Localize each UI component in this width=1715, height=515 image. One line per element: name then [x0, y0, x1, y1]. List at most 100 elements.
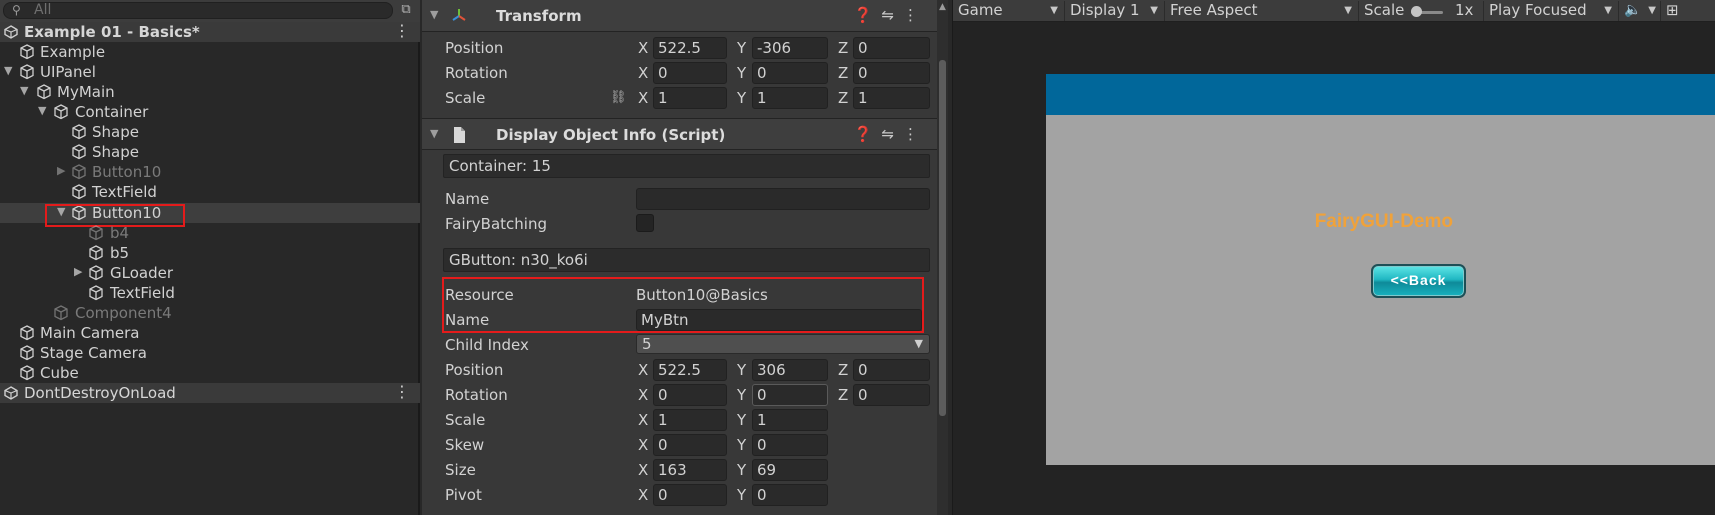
- foldout-arrow-icon[interactable]: ▼: [430, 8, 438, 21]
- axis-y-label: Y: [737, 436, 747, 454]
- gposition-z-field[interactable]: 0: [853, 359, 930, 381]
- chevron-down-icon: ▼: [1050, 5, 1058, 16]
- gameobject-cube-icon: [20, 365, 34, 381]
- kebab-menu-icon[interactable]: ⋮: [903, 125, 927, 143]
- search-input[interactable]: ⚲ All: [3, 2, 393, 19]
- hierarchy-item-cube[interactable]: Cube: [0, 363, 420, 383]
- grotation-x-field[interactable]: 0: [653, 384, 727, 406]
- hierarchy-item-component4-inactive[interactable]: Component4: [0, 303, 420, 323]
- aspect-dropdown[interactable]: Free Aspect ▼: [1165, 1, 1359, 21]
- play-mode-dropdown[interactable]: Play Focused ▼: [1484, 1, 1619, 21]
- scroll-up-arrow-icon[interactable]: ▲: [939, 2, 946, 12]
- gsize-y-field[interactable]: 69: [752, 459, 828, 481]
- hierarchy-item-button10-inactive[interactable]: ▶ Button10: [0, 162, 420, 182]
- grotation-y-field[interactable]: 0: [752, 384, 828, 406]
- inspector-scrollbar[interactable]: ▲: [937, 0, 948, 515]
- hierarchy-item-label: Main Camera: [40, 324, 140, 342]
- help-icon[interactable]: ❓: [854, 125, 882, 143]
- transform-header[interactable]: ▼ Transform ❓⇋⋮: [422, 0, 937, 32]
- axis-z-label: Z: [838, 386, 849, 404]
- scale-z-field[interactable]: 1: [853, 87, 930, 109]
- preset-icon[interactable]: ⇋: [881, 6, 903, 24]
- audio-mute-button[interactable]: 🔈 ▼: [1619, 1, 1661, 21]
- scene-row-example[interactable]: Example 01 - Basics* ⋮: [0, 21, 420, 42]
- axis-x-label: X: [638, 39, 649, 57]
- hierarchy-item-label: b4: [110, 224, 130, 242]
- chevron-down-icon: ▼: [914, 337, 923, 350]
- scrollbar-thumb[interactable]: [939, 60, 946, 416]
- position-y-field[interactable]: -306: [752, 37, 828, 59]
- gposition-y-field[interactable]: 306: [752, 359, 828, 381]
- kebab-menu-icon[interactable]: ⋮: [394, 21, 410, 40]
- search-expand-icon[interactable]: ⧉: [397, 2, 415, 19]
- kebab-menu-icon[interactable]: ⋮: [903, 6, 927, 24]
- hierarchy-item-label: Button10: [92, 163, 162, 181]
- hierarchy-item-shape[interactable]: Shape: [0, 142, 420, 162]
- collapse-arrow-icon[interactable]: ▶: [57, 164, 65, 177]
- child-index-dropdown[interactable]: 5 ▼: [636, 334, 930, 354]
- hierarchy-item-label: b5: [110, 244, 130, 262]
- transform-scale-row: Scale ⛓ X 1 Y 1 Z 1: [422, 86, 937, 110]
- hierarchy-item-b4-inactive[interactable]: b4: [0, 223, 420, 243]
- hierarchy-item-shape[interactable]: Shape: [0, 122, 420, 142]
- property-label: Position: [445, 361, 504, 379]
- highlight-box-inspector: [442, 277, 924, 333]
- grotation-z-field[interactable]: 0: [853, 384, 930, 406]
- expand-arrow-icon[interactable]: ▼: [20, 84, 28, 97]
- scale-x-field[interactable]: 1: [653, 87, 727, 109]
- position-z-field[interactable]: 0: [853, 37, 930, 59]
- preset-icon[interactable]: ⇋: [881, 125, 903, 143]
- kebab-menu-icon[interactable]: ⋮: [394, 382, 410, 401]
- gobject-scale-row: Scale X 1 Y 1: [422, 408, 937, 432]
- help-icon[interactable]: ❓: [854, 6, 882, 24]
- game-viewport[interactable]: FairyGUI-Demo <<Back: [1046, 74, 1715, 465]
- inspector-panel: ▼ Transform ❓⇋⋮ Position X 522.5 Y -306 …: [422, 0, 948, 515]
- gscale-y-field[interactable]: 1: [752, 409, 828, 431]
- gpivot-y-field[interactable]: 0: [752, 484, 828, 506]
- fairybatching-checkbox[interactable]: [636, 214, 654, 232]
- position-x-field[interactable]: 522.5: [653, 37, 727, 59]
- container-info-box: Container: 15: [443, 154, 930, 178]
- rotation-x-field[interactable]: 0: [653, 62, 727, 84]
- scale-slider-knob[interactable]: [1411, 6, 1422, 17]
- demo-title: FairyGUI-Demo: [1314, 211, 1453, 232]
- display-dropdown[interactable]: Display 1 ▼: [1065, 1, 1165, 21]
- scale-y-field[interactable]: 1: [752, 87, 828, 109]
- hierarchy-item-label: Container: [75, 103, 149, 121]
- hierarchy-item-mymain[interactable]: ▼ MyMain: [0, 82, 420, 102]
- hierarchy-item-textfield[interactable]: TextField: [0, 182, 420, 202]
- gskew-x-field[interactable]: 0: [653, 434, 727, 456]
- axis-x-label: X: [638, 461, 649, 479]
- hierarchy-item-uipanel[interactable]: ▼ UIPanel: [0, 62, 420, 82]
- axis-y-label: Y: [737, 386, 747, 404]
- gpivot-x-field[interactable]: 0: [653, 484, 727, 506]
- axis-z-label: Z: [838, 89, 849, 107]
- hierarchy-item-example[interactable]: Example: [0, 42, 420, 62]
- foldout-arrow-icon[interactable]: ▼: [430, 127, 438, 140]
- back-button[interactable]: <<Back: [1371, 264, 1466, 298]
- property-label: Skew: [445, 436, 485, 454]
- gskew-y-field[interactable]: 0: [752, 434, 828, 456]
- property-label: Pivot: [445, 486, 482, 504]
- hierarchy-item-container[interactable]: ▼ Container: [0, 102, 420, 122]
- hierarchy-item-main-camera[interactable]: Main Camera: [0, 323, 420, 343]
- scene-row-dontdestroy[interactable]: DontDestroyOnLoad ⋮: [0, 382, 420, 403]
- hierarchy-item-gloader[interactable]: ▶ GLoader: [0, 263, 420, 283]
- rotation-y-field[interactable]: 0: [752, 62, 828, 84]
- gposition-x-field[interactable]: 522.5: [653, 359, 727, 381]
- rotation-z-field[interactable]: 0: [853, 62, 930, 84]
- gsize-x-field[interactable]: 163: [653, 459, 727, 481]
- axis-x-label: X: [638, 436, 649, 454]
- constrain-proportions-icon[interactable]: ⛓: [610, 90, 627, 105]
- gscale-x-field[interactable]: 1: [653, 409, 727, 431]
- collapse-arrow-icon[interactable]: ▶: [74, 265, 82, 278]
- game-view-dropdown[interactable]: Game ▼: [953, 1, 1065, 21]
- name-field[interactable]: [636, 188, 930, 210]
- hierarchy-item-b5[interactable]: b5: [0, 243, 420, 263]
- display-object-info-header[interactable]: ▼ Display Object Info (Script) ❓⇋⋮: [422, 118, 937, 150]
- expand-arrow-icon[interactable]: ▼: [4, 64, 12, 77]
- hierarchy-item-stage-camera[interactable]: Stage Camera: [0, 343, 420, 363]
- expand-arrow-icon[interactable]: ▼: [38, 104, 46, 117]
- hierarchy-item-textfield[interactable]: TextField: [0, 283, 420, 303]
- stats-button[interactable]: ⊞: [1661, 1, 1715, 21]
